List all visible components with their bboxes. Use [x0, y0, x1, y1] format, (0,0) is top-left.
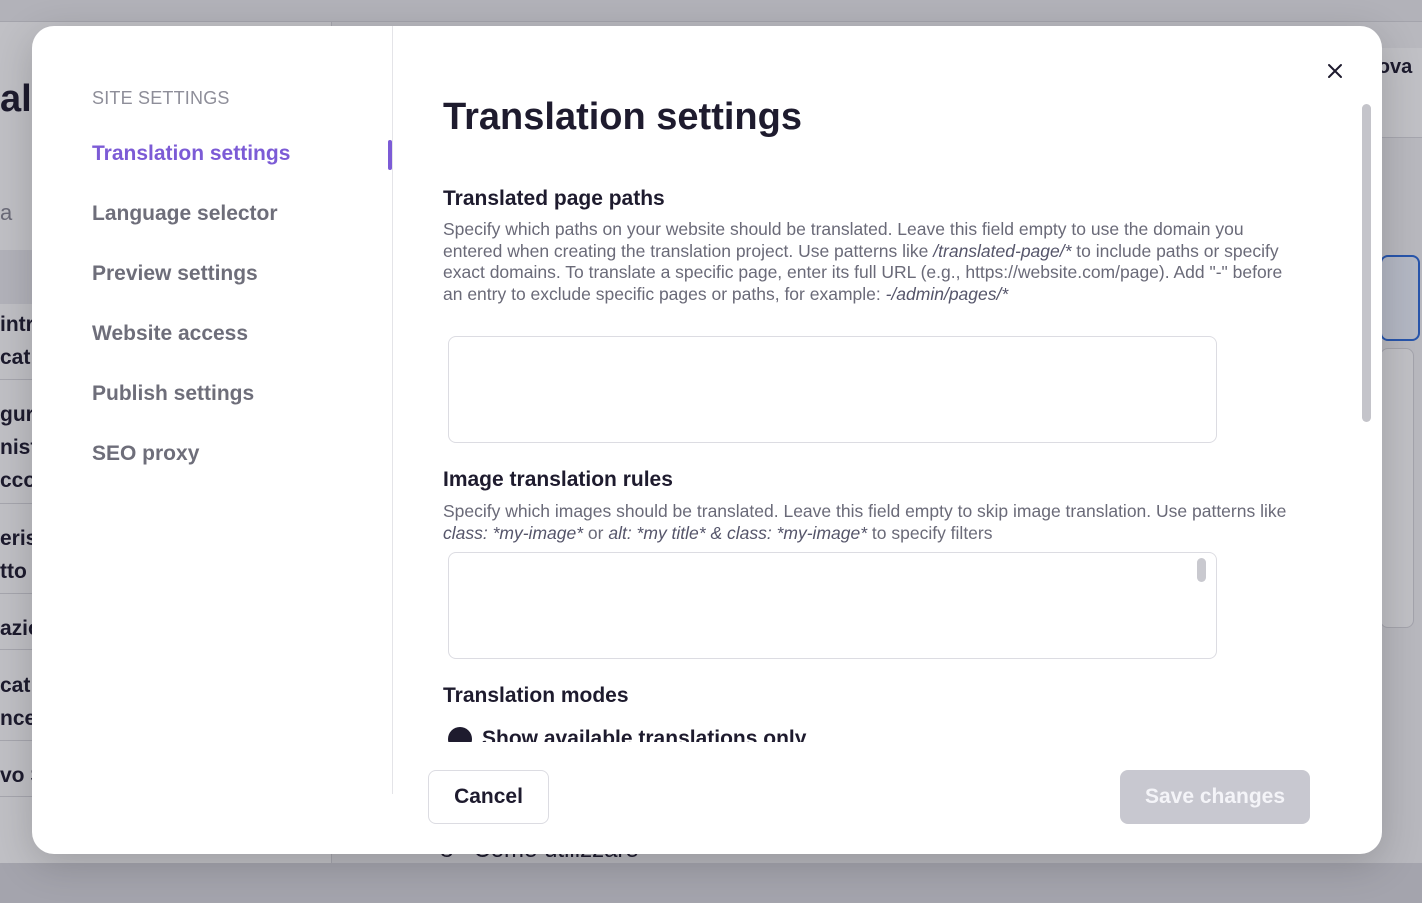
mode-option-available-only[interactable]: Show available translations only [448, 727, 806, 742]
page-paths-textarea[interactable] [448, 336, 1217, 443]
save-changes-button[interactable]: Save changes [1120, 770, 1310, 824]
site-settings-modal: SITE SETTINGS Translation settings Langu… [32, 26, 1382, 854]
sidebar-item-website-access[interactable]: Website access [92, 322, 248, 346]
mode-option-label: Show available translations only [482, 727, 807, 742]
cancel-button[interactable]: Cancel [428, 770, 549, 824]
image-rules-scrollbar[interactable] [1197, 558, 1206, 582]
sidebar-heading: SITE SETTINGS [92, 88, 230, 108]
image-rules-textarea[interactable] [448, 552, 1217, 659]
sidebar-item-preview-settings[interactable]: Preview settings [92, 262, 258, 286]
image-rules-title: Image translation rules [443, 468, 673, 491]
sidebar-active-indicator [388, 140, 392, 170]
sidebar-item-publish-settings[interactable]: Publish settings [92, 382, 254, 406]
image-rules-description: Specify which images should be translate… [443, 501, 1287, 543]
sidebar-item-language-selector[interactable]: Language selector [92, 202, 278, 226]
sidebar-item-seo-proxy[interactable]: SEO proxy [92, 442, 199, 466]
settings-sidebar: SITE SETTINGS Translation settings Langu… [32, 26, 393, 794]
content-scrollbar[interactable] [1362, 104, 1372, 424]
page-title: Translation settings [443, 96, 802, 138]
page-paths-title: Translated page paths [443, 187, 665, 210]
radio-selected-icon[interactable] [448, 727, 472, 742]
translation-modes-title: Translation modes [443, 684, 629, 707]
sidebar-item-translation-settings[interactable]: Translation settings [92, 142, 290, 166]
page-paths-description: Specify which paths on your website shou… [443, 219, 1283, 304]
content-scrollbar-thumb[interactable] [1362, 104, 1371, 422]
settings-content: Translation settings Translated page pat… [394, 26, 1364, 742]
